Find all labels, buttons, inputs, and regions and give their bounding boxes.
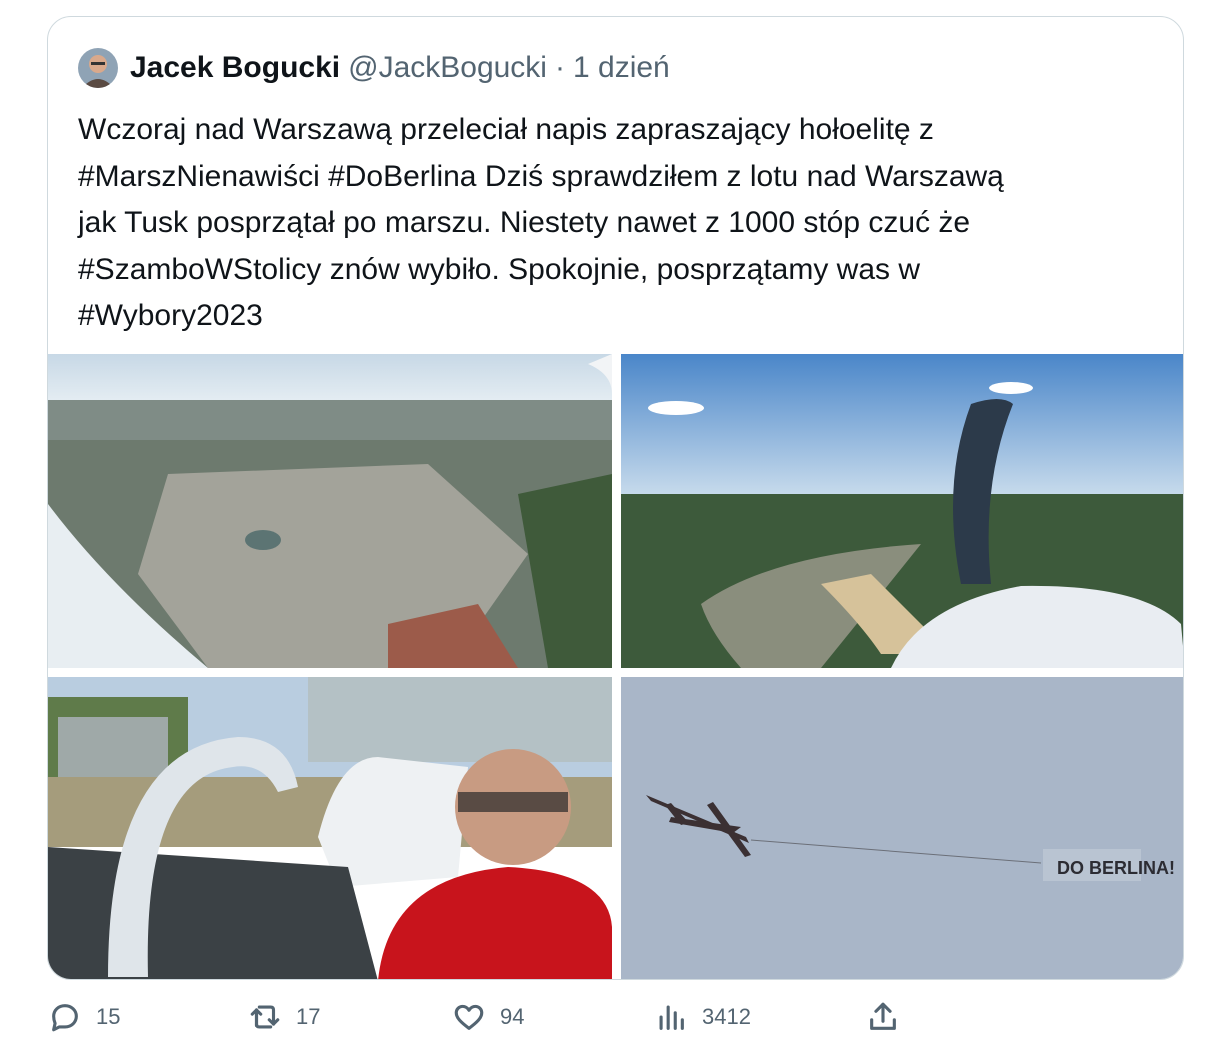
views-chart-icon	[659, 1005, 684, 1030]
share-icon	[870, 1002, 896, 1030]
tweet-header: Jacek Bogucki @JackBogucki · 1 dzień	[78, 47, 670, 89]
media-grid: DO BERLINA!	[48, 354, 1183, 979]
views-button[interactable]: 3412	[654, 1000, 751, 1034]
like-count: 94	[500, 1004, 525, 1029]
header-separator: ·	[554, 51, 565, 84]
reply-count: 15	[96, 1004, 121, 1029]
tweet-actions: 15 17 94 3412	[0, 990, 1225, 1050]
author-handle[interactable]: @JackBogucki	[348, 51, 547, 85]
avatar[interactable]	[78, 48, 118, 88]
tweet-text: Wczoraj nad Warszawą przeleciał napis za…	[78, 113, 1004, 332]
pilot-cockpit-selfie-photo[interactable]	[48, 677, 612, 979]
like-button[interactable]: 94	[452, 1000, 524, 1034]
retweet-button[interactable]: 17	[248, 1000, 320, 1034]
tweet-card[interactable]: Jacek Bogucki @JackBogucki · 1 dzień Wcz…	[47, 16, 1184, 980]
banner-text: DO BERLINA!	[1057, 858, 1175, 878]
reply-icon	[52, 1004, 78, 1032]
reply-button[interactable]: 15	[48, 1000, 120, 1034]
retweet-count: 17	[296, 1004, 321, 1029]
author-name[interactable]: Jacek Bogucki	[130, 51, 340, 85]
propeller-river-photo[interactable]	[621, 354, 1183, 668]
views-count: 3412	[702, 1004, 751, 1029]
retweet-icon	[250, 1005, 280, 1029]
aerial-city-photo[interactable]	[48, 354, 612, 668]
share-button[interactable]	[866, 1000, 900, 1034]
plane-banner-photo[interactable]: DO BERLINA!	[621, 677, 1183, 979]
heart-icon	[454, 1004, 484, 1030]
tweet-timestamp[interactable]: 1 dzień	[573, 51, 670, 85]
